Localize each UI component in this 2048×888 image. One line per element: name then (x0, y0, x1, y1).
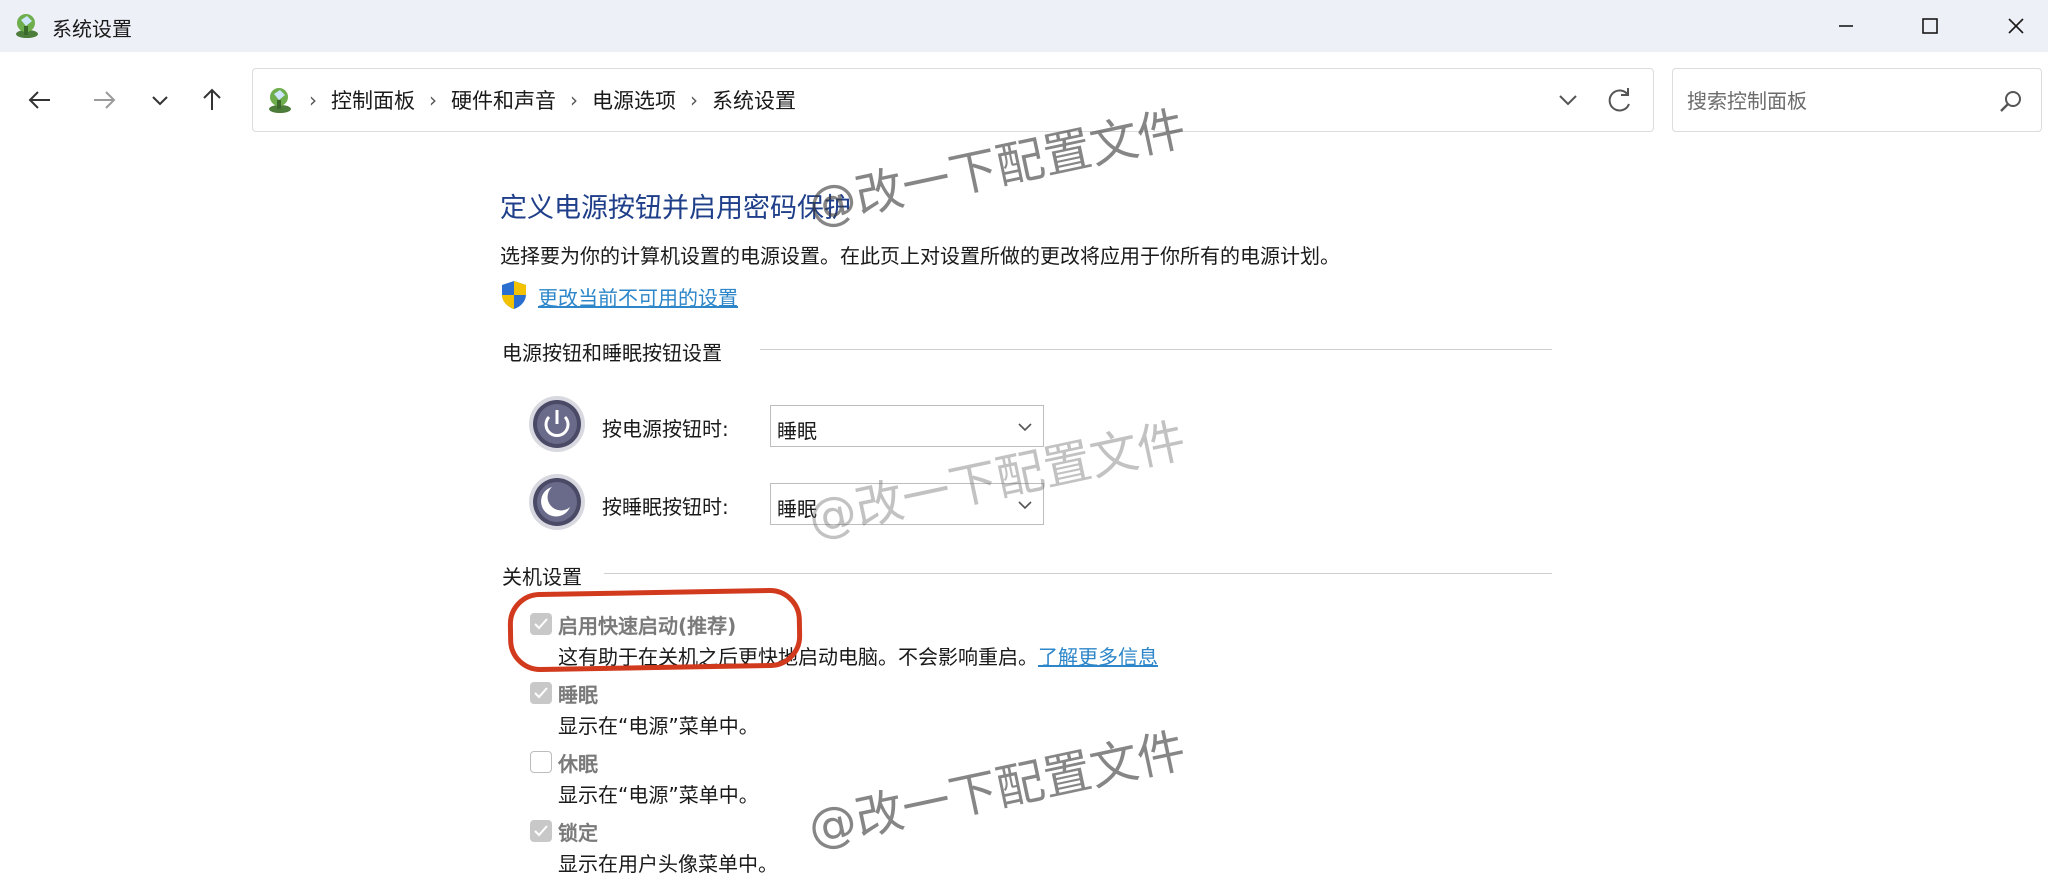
fast-startup-highlight-annotation (507, 587, 803, 673)
sleep-button-label: 按睡眠按钮时: (602, 495, 729, 519)
lock-option-label: 锁定 (558, 821, 598, 845)
watermark-text: @改一下配置文件 (803, 722, 1191, 858)
checkmark-icon (534, 687, 548, 699)
hibernate-checkbox[interactable] (530, 751, 552, 773)
minimize-icon (1839, 25, 1853, 27)
title-bar: 系统设置 (0, 0, 2048, 52)
close-button[interactable] (1984, 0, 2048, 52)
search-input[interactable] (1685, 81, 1989, 121)
forward-button[interactable] (84, 80, 124, 120)
page-description: 选择要为你的计算机设置的电源设置。在此页上对设置所做的更改将应用于你所有的电源计… (500, 244, 1340, 268)
change-unavailable-settings-link[interactable]: 更改当前不可用的设置 (538, 282, 738, 311)
arrow-left-icon (28, 91, 50, 109)
address-bar[interactable]: › 控制面板 › 硬件和声音 › 电源选项 › 系统设置 (252, 68, 1654, 132)
system-settings-window: 系统设置 › 控制面板 › 硬件和声音 › 电源选项 › 系统设置 搜索控制面板… (0, 0, 2048, 888)
breadcrumb: › 控制面板 › 硬件和声音 › 电源选项 › 系统设置 (309, 69, 796, 131)
breadcrumb-item-control-panel[interactable]: 控制面板 (331, 85, 415, 115)
page-title: 定义电源按钮并启用密码保护 (500, 193, 851, 224)
recent-locations-button[interactable] (140, 80, 180, 120)
sleep-button-icon (529, 474, 585, 530)
breadcrumb-separator-icon: › (690, 88, 698, 112)
learn-more-link[interactable]: 了解更多信息 (1038, 645, 1158, 669)
section-divider (604, 573, 1552, 574)
breadcrumb-separator-icon: › (309, 88, 317, 112)
search-box[interactable] (1672, 68, 2042, 132)
power-button-action-value: 睡眠 (777, 419, 817, 443)
checkmark-icon (534, 825, 548, 837)
close-icon (2008, 18, 2024, 34)
uac-shield-icon (502, 281, 526, 309)
shutdown-section-header: 关机设置 (502, 564, 582, 589)
chevron-down-icon (152, 96, 168, 106)
lock-option-description: 显示在用户头像菜单中。 (558, 852, 778, 876)
sleep-option-description: 显示在“电源”菜单中。 (558, 714, 759, 738)
breadcrumb-item-system-settings[interactable]: 系统设置 (712, 85, 796, 115)
section-divider (760, 349, 1552, 350)
back-button[interactable] (20, 80, 60, 120)
hibernate-option-label: 休眠 (558, 752, 598, 776)
lock-checkbox[interactable] (530, 820, 552, 842)
search-icon[interactable] (1999, 89, 2023, 113)
breadcrumb-separator-icon: › (570, 88, 578, 112)
control-panel-icon (16, 14, 38, 38)
power-button-label: 按电源按钮时: (602, 417, 729, 441)
breadcrumb-separator-icon: › (429, 88, 437, 112)
sleep-checkbox[interactable] (530, 682, 552, 704)
control-panel-icon (269, 88, 291, 113)
sleep-option-label: 睡眠 (558, 683, 598, 707)
arrow-up-icon (203, 88, 221, 110)
maximize-button[interactable] (1898, 0, 1962, 52)
up-button[interactable] (192, 80, 232, 120)
maximize-icon (1922, 18, 1938, 34)
breadcrumb-item-power-options[interactable]: 电源选项 (592, 85, 676, 115)
power-buttons-section-header: 电源按钮和睡眠按钮设置 (502, 340, 722, 365)
power-button-icon (529, 396, 585, 452)
hibernate-option-description: 显示在“电源”菜单中。 (558, 783, 759, 807)
breadcrumb-item-hardware-sound[interactable]: 硬件和声音 (451, 85, 556, 115)
minimize-button[interactable] (1814, 0, 1878, 52)
refresh-icon[interactable] (1605, 85, 1635, 115)
arrow-right-icon (94, 91, 116, 109)
address-history-chevron-icon[interactable] (1555, 87, 1581, 113)
window-title: 系统设置 (52, 17, 132, 41)
